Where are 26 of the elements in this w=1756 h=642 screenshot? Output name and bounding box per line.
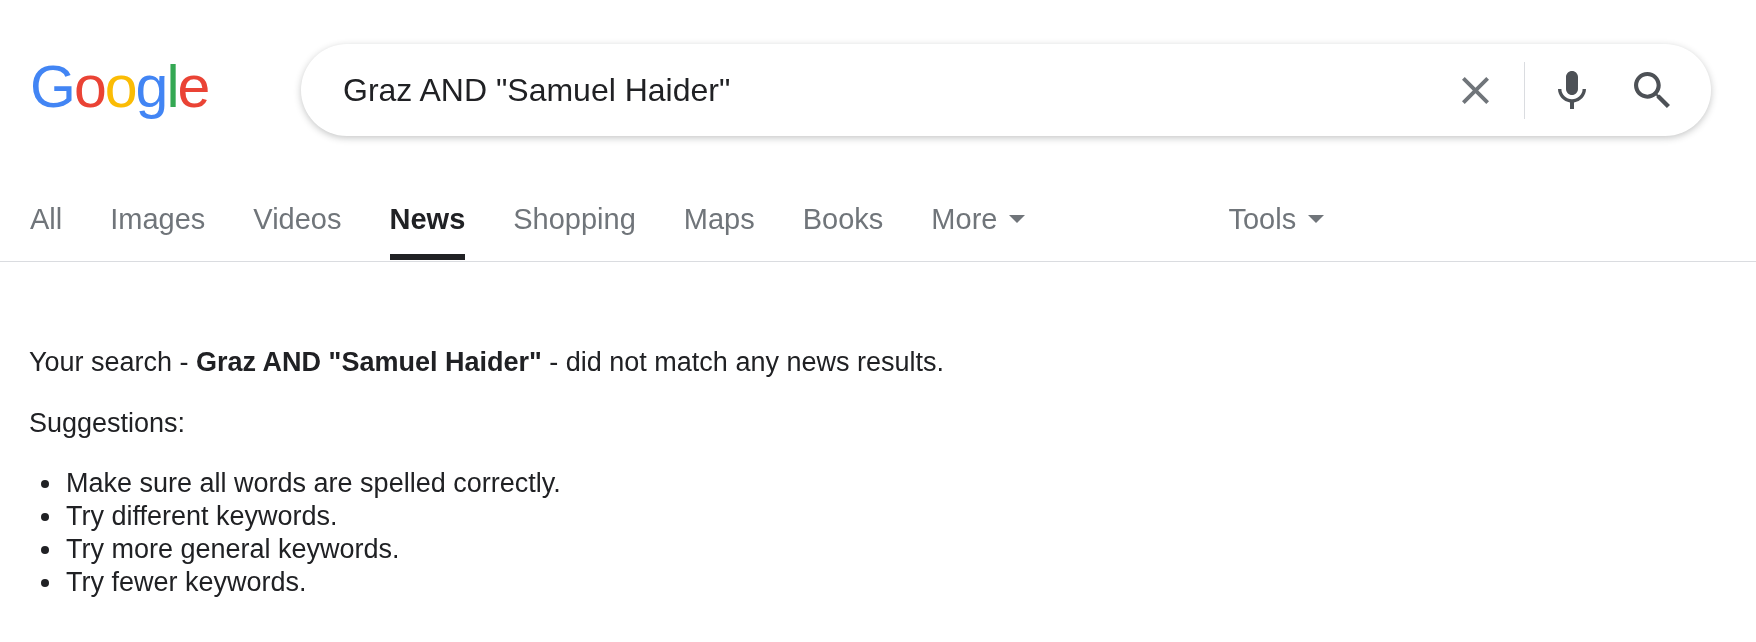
search-icon[interactable] [1634, 72, 1670, 108]
more-menu[interactable]: More [931, 202, 1026, 260]
search-input[interactable]: Graz AND "Samuel Haider" [343, 71, 1442, 109]
bullet-icon [41, 545, 49, 554]
tab[interactable]: Videos [253, 202, 342, 260]
caret-icon [1308, 215, 1325, 223]
suggestion-text: Try different keywords. [66, 500, 338, 533]
tools-button[interactable]: Tools [1228, 199, 1325, 260]
bullet-icon [41, 512, 49, 521]
no-results-message: Your search - Graz AND "Samuel Haider" - did not match any news results. [29, 346, 944, 379]
bullet-icon [41, 578, 49, 587]
tab[interactable]: All [30, 202, 63, 260]
caret-icon [1009, 215, 1026, 223]
tab[interactable]: Maps [683, 202, 755, 260]
logo[interactable]: Google [30, 57, 209, 117]
tab[interactable]: Images [110, 202, 206, 260]
tab[interactable]: Shopping [513, 202, 636, 260]
suggestion-text: Try more general keywords. [66, 533, 400, 566]
tab[interactable]: News [389, 202, 466, 260]
close-icon[interactable] [1462, 76, 1489, 104]
suggestions-heading: Suggestions: [29, 407, 186, 440]
tab[interactable]: Books [802, 202, 884, 260]
suggestion-text: Try fewer keywords. [66, 566, 307, 599]
suggestion-text: Make sure all words are spelled correctly. [66, 467, 561, 500]
microphone-icon[interactable] [1558, 71, 1586, 109]
bullet-icon [41, 479, 49, 488]
